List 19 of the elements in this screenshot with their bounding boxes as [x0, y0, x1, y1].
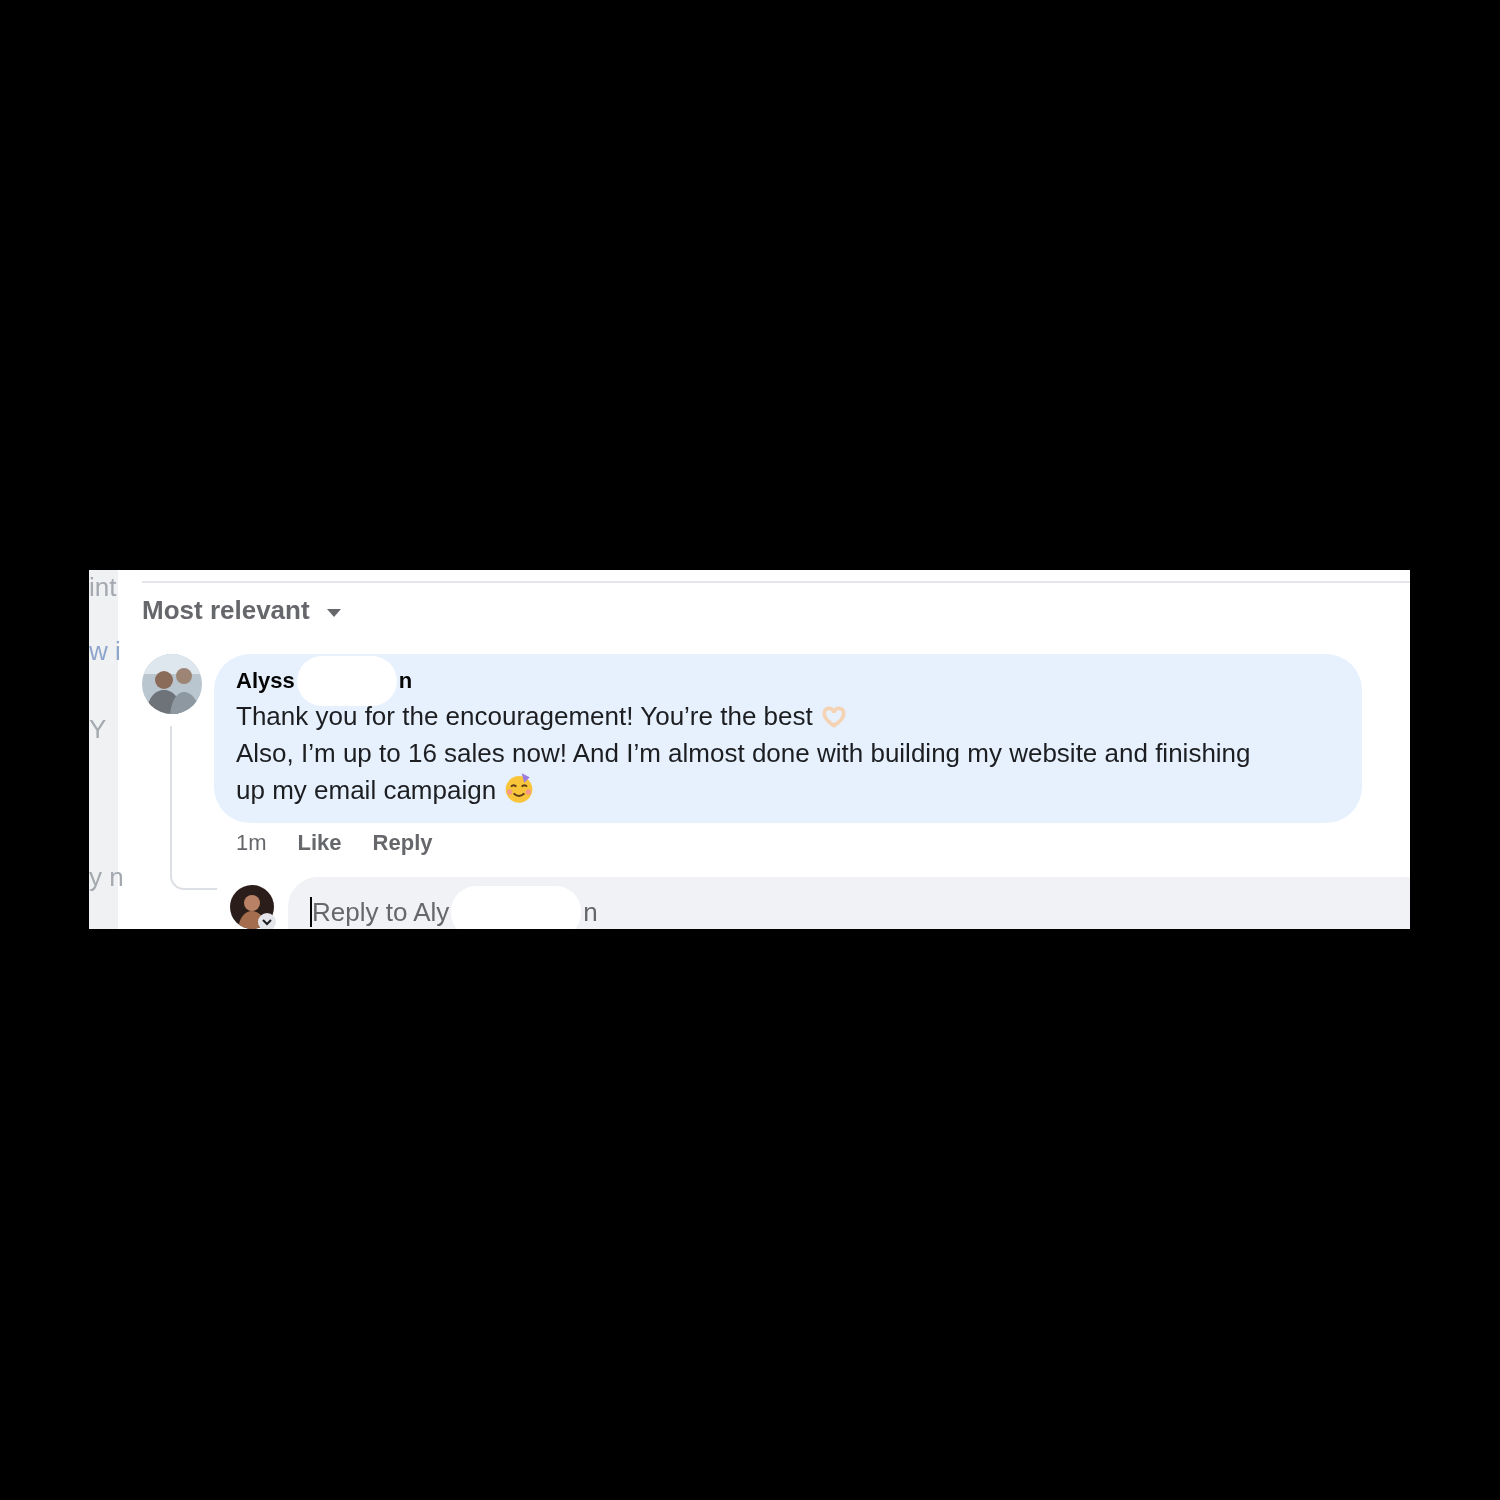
faded-text: Y [89, 714, 107, 745]
avatar[interactable] [230, 885, 278, 929]
caret-icon [325, 607, 342, 618]
faded-text: int [89, 572, 117, 603]
comment-text: Also, I’m up to 16 sales now! And I’m almost done with building my website and finishing up my email campaign [236, 737, 1252, 807]
action-link[interactable]: Reply [372, 830, 433, 856]
sort-dropdown[interactable]: Most relevant [142, 595, 342, 626]
text-cursor [310, 897, 312, 927]
action-link[interactable]: Like [297, 830, 342, 856]
faded-text: w i [89, 636, 121, 667]
placeholder-text: Reply to Aly [312, 896, 450, 928]
author-name[interactable]: Alyss [236, 668, 295, 694]
heart-hands-icon [819, 704, 848, 730]
reply-field[interactable]: Reply to Aly n [288, 877, 1410, 929]
author-name[interactable]: n [398, 668, 413, 694]
placeholder-text: n [583, 896, 598, 928]
timestamp: 1m [236, 830, 267, 856]
faded-text: y n [89, 862, 124, 893]
comment-text: Thank you for the encouragement! You’re the best [236, 698, 1282, 735]
